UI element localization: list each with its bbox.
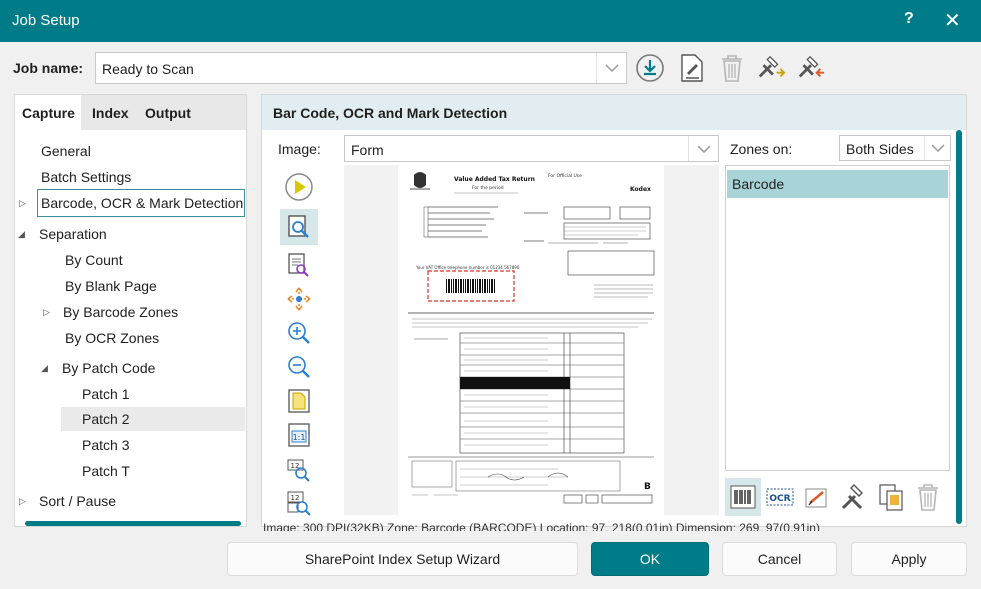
expand-arrow-icon[interactable]: ▷ xyxy=(19,198,26,209)
image-select[interactable]: Form xyxy=(344,135,719,162)
job-name-value: Ready to Scan xyxy=(102,61,194,77)
copy-zone-icon[interactable] xyxy=(873,478,909,516)
section-title: Bar Code, OCR and Mark Detection xyxy=(273,105,508,121)
trash-icon[interactable] xyxy=(717,53,747,83)
tab-output[interactable]: Output xyxy=(135,95,205,130)
mark-detection-icon[interactable] xyxy=(799,478,835,516)
image-select-value: Form xyxy=(351,142,384,158)
doc-brand: Kodex xyxy=(630,186,651,193)
chevron-down-icon[interactable] xyxy=(924,136,950,160)
title-bar: Job Setup ? ✕ xyxy=(0,0,981,42)
image-label: Image: xyxy=(278,141,321,157)
ok-button[interactable]: OK xyxy=(591,542,709,576)
tree-item-by-blank-page[interactable]: By Blank Page xyxy=(65,278,157,294)
doc-corner-mark: B xyxy=(644,482,651,492)
tree-item-sort-pause[interactable]: Sort / Pause xyxy=(39,493,116,509)
find-zone-icon[interactable] xyxy=(280,247,318,283)
tools-import-icon[interactable] xyxy=(796,53,826,83)
job-name-label: Job name: xyxy=(13,60,84,76)
left-panel: Capture Index Output General Batch Setti… xyxy=(14,94,247,527)
right-panel: Bar Code, OCR and Mark Detection Image: … xyxy=(261,94,967,527)
tree-item-by-patch-code[interactable]: By Patch Code xyxy=(62,360,155,376)
zones-on-label: Zones on: xyxy=(730,141,793,157)
fit-page-icon[interactable] xyxy=(280,383,318,419)
chevron-down-icon[interactable] xyxy=(596,53,626,83)
close-button[interactable]: ✕ xyxy=(944,8,961,33)
svg-text:1:1: 1:1 xyxy=(293,433,306,442)
zone-select-icon[interactable] xyxy=(280,209,318,245)
help-button[interactable]: ? xyxy=(904,10,914,28)
search-text-icon[interactable]: 12 xyxy=(280,485,318,521)
tab-index[interactable]: Index xyxy=(81,95,135,130)
horizontal-scrollbar[interactable] xyxy=(25,521,241,526)
collapse-arrow-icon[interactable]: ◢ xyxy=(41,363,48,374)
zone-properties-icon[interactable] xyxy=(836,478,872,516)
status-text: Image: 300 DPI(32KB) Zone: Barcode (BARC… xyxy=(263,521,820,531)
section-header: Bar Code, OCR and Mark Detection xyxy=(262,95,966,130)
zone-list-item[interactable]: Barcode xyxy=(727,170,948,198)
tree-item-patch-t[interactable]: Patch T xyxy=(82,463,130,479)
chevron-down-icon[interactable] xyxy=(688,136,718,161)
download-icon[interactable] xyxy=(635,53,665,83)
vertical-scrollbar[interactable] xyxy=(956,130,962,524)
expand-arrow-icon[interactable]: ▷ xyxy=(19,496,26,507)
tree-item-batch-settings[interactable]: Batch Settings xyxy=(41,169,131,185)
barcode-zone-icon[interactable] xyxy=(725,478,761,516)
collapse-arrow-icon[interactable]: ◢ xyxy=(18,229,25,240)
status-bar: Image: 300 DPI(32KB) Zone: Barcode (BARC… xyxy=(261,521,967,531)
pan-icon[interactable] xyxy=(280,281,318,317)
play-icon[interactable] xyxy=(280,169,318,205)
svg-text:OCR: OCR xyxy=(769,494,790,504)
doc-title: Value Added Tax Return xyxy=(454,176,535,183)
tree-item-separation[interactable]: Separation xyxy=(39,226,107,242)
tree-item-patch-3[interactable]: Patch 3 xyxy=(82,437,129,453)
tab-capture[interactable]: Capture xyxy=(15,95,81,130)
zones-on-value: Both Sides xyxy=(846,141,914,157)
tab-strip: Capture Index Output xyxy=(15,95,246,130)
tools-export-icon[interactable] xyxy=(756,53,786,83)
apply-button[interactable]: Apply xyxy=(851,542,967,576)
zoom-in-icon[interactable] xyxy=(280,315,318,351)
doc-official: For Official Use xyxy=(548,173,582,179)
expand-arrow-icon[interactable]: ▷ xyxy=(43,307,50,318)
doc-subtitle: For the period xyxy=(472,185,504,191)
actual-size-icon[interactable]: 1:1 xyxy=(280,417,318,453)
tree-item-patch-1[interactable]: Patch 1 xyxy=(82,386,129,402)
tree-item-barcode-ocr[interactable]: Barcode, OCR & Mark Detection xyxy=(41,195,243,211)
tree-item-general[interactable]: General xyxy=(41,143,91,159)
tree-item-by-count[interactable]: By Count xyxy=(65,252,123,268)
zone-list[interactable]: Barcode xyxy=(725,165,950,471)
find-text-icon[interactable]: 12 xyxy=(280,451,318,487)
cancel-button[interactable]: Cancel xyxy=(722,542,837,576)
edit-document-icon[interactable] xyxy=(677,53,707,83)
tree-item-patch-2[interactable]: Patch 2 xyxy=(82,411,129,427)
trash-icon[interactable] xyxy=(910,478,946,516)
svg-text:12: 12 xyxy=(291,494,300,502)
window-title: Job Setup xyxy=(12,12,80,29)
zoom-out-icon[interactable] xyxy=(280,349,318,385)
document-image[interactable]: Value Added Tax Return For the period Fo… xyxy=(398,165,664,515)
ocr-zone-icon[interactable]: OCR xyxy=(762,478,798,516)
barcode-note: Your VAT Office telephone number is 0123… xyxy=(415,265,520,270)
tree-item-by-barcode-zones[interactable]: By Barcode Zones xyxy=(63,304,178,320)
tree-item-by-ocr-zones[interactable]: By OCR Zones xyxy=(65,330,159,346)
zones-on-select[interactable]: Both Sides xyxy=(839,135,951,161)
job-name-combo[interactable]: Ready to Scan xyxy=(95,52,627,84)
sharepoint-wizard-button[interactable]: SharePoint Index Setup Wizard xyxy=(227,542,578,576)
